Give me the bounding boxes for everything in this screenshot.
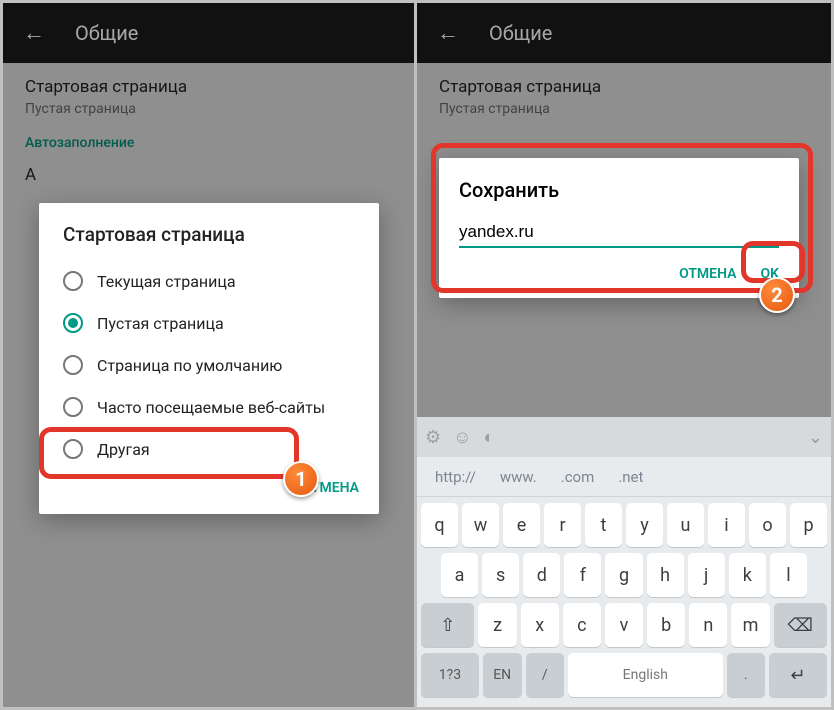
chevron-down-icon[interactable]: ⌄ bbox=[808, 427, 823, 448]
key-h[interactable]: h bbox=[647, 553, 684, 597]
dialog-title: Стартовая страница bbox=[39, 223, 379, 260]
key-w[interactable]: w bbox=[462, 503, 499, 547]
radio-icon bbox=[63, 355, 83, 375]
app-topbar: ← Общие bbox=[417, 3, 831, 63]
setting-start-page-label: Стартовая страница bbox=[25, 77, 392, 97]
radio-label: Текущая страница bbox=[97, 272, 236, 291]
key-o[interactable]: o bbox=[749, 503, 786, 547]
topbar-title: Общие bbox=[75, 21, 138, 45]
settings-body: Стартовая страница Пустая страница Автоз… bbox=[3, 63, 414, 203]
key-backspace[interactable]: ⌫ bbox=[774, 603, 827, 647]
dialog-actions: ОТМЕНА OK bbox=[459, 248, 779, 292]
key-b[interactable]: b bbox=[647, 603, 685, 647]
suggestion[interactable]: http:// bbox=[423, 468, 488, 486]
setting-row2: А bbox=[25, 165, 392, 185]
key-c[interactable]: c bbox=[563, 603, 601, 647]
setting-start-page-value: Пустая страница bbox=[439, 101, 809, 117]
dialog-title: Сохранить bbox=[459, 178, 779, 202]
back-icon[interactable]: ← bbox=[23, 20, 45, 46]
key-v[interactable]: v bbox=[605, 603, 643, 647]
key-u[interactable]: u bbox=[667, 503, 704, 547]
tutorial-frame: ← Общие Стартовая страница Пустая страни… bbox=[0, 0, 834, 710]
radio-option-other[interactable]: Другая bbox=[39, 428, 379, 470]
radio-option-current[interactable]: Текущая страница bbox=[39, 260, 379, 302]
back-icon[interactable]: ← bbox=[437, 20, 459, 46]
radio-label: Пустая страница bbox=[97, 314, 224, 333]
smile-icon[interactable]: ☺ bbox=[453, 427, 471, 448]
key-row-4: 1?3 EN / English . ↵ bbox=[421, 653, 827, 697]
setting-start-page-value: Пустая страница bbox=[25, 101, 392, 117]
key-z[interactable]: z bbox=[478, 603, 516, 647]
key-space[interactable]: English bbox=[568, 653, 722, 697]
key-f[interactable]: f bbox=[564, 553, 601, 597]
radio-label: Часто посещаемые веб-сайты bbox=[97, 398, 325, 417]
screenshot-right: ← Общие Стартовая страница Пустая страни… bbox=[417, 3, 831, 707]
key-p[interactable]: p bbox=[790, 503, 827, 547]
cancel-button[interactable]: ОТМЕНА bbox=[302, 480, 359, 496]
radio-icon bbox=[63, 397, 83, 417]
key-t[interactable]: t bbox=[585, 503, 622, 547]
cancel-button[interactable]: ОТМЕНА bbox=[679, 266, 736, 282]
key-n[interactable]: n bbox=[689, 603, 727, 647]
radio-label: Страница по умолчанию bbox=[97, 356, 282, 375]
key-a[interactable]: a bbox=[441, 553, 478, 597]
key-row-2: a s d f g h j k l bbox=[421, 553, 827, 597]
key-lang[interactable]: EN bbox=[483, 653, 522, 697]
ok-button[interactable]: OK bbox=[760, 266, 779, 282]
key-enter[interactable]: ↵ bbox=[769, 653, 827, 697]
key-g[interactable]: g bbox=[605, 553, 642, 597]
key-y[interactable]: y bbox=[626, 503, 663, 547]
keyboard-toolbar: ⚙ ☺ ◐ ⌄ bbox=[417, 417, 831, 457]
save-url-dialog: Сохранить ОТМЕНА OK bbox=[439, 158, 799, 298]
dialog-actions: ОТМЕНА bbox=[39, 470, 379, 510]
settings-body: Стартовая страница Пустая страница bbox=[417, 63, 831, 149]
setting-start-page-label: Стартовая страница bbox=[439, 77, 809, 97]
keyboard-toolbar-icons: ⚙ ☺ ◐ bbox=[425, 427, 494, 448]
radio-option-blank[interactable]: Пустая страница bbox=[39, 302, 379, 344]
key-q[interactable]: q bbox=[421, 503, 458, 547]
globe-icon[interactable]: ◐ bbox=[484, 427, 495, 448]
key-x[interactable]: x bbox=[521, 603, 559, 647]
key-row-3: ⇧ z x c v b n m ⌫ bbox=[421, 603, 827, 647]
key-e[interactable]: e bbox=[503, 503, 540, 547]
url-input[interactable] bbox=[459, 218, 779, 248]
radio-icon bbox=[63, 439, 83, 459]
radio-option-default[interactable]: Страница по умолчанию bbox=[39, 344, 379, 386]
key-r[interactable]: r bbox=[544, 503, 581, 547]
section-autofill: Автозаполнение bbox=[25, 135, 392, 151]
suggestion[interactable]: .com bbox=[549, 468, 607, 486]
key-s[interactable]: s bbox=[482, 553, 519, 597]
key-numsym[interactable]: 1?3 bbox=[421, 653, 479, 697]
radio-icon-checked bbox=[63, 313, 83, 333]
key-slash[interactable]: / bbox=[526, 653, 565, 697]
key-m[interactable]: m bbox=[731, 603, 769, 647]
on-screen-keyboard: ⚙ ☺ ◐ ⌄ http:// www. .com .net q w e r t bbox=[417, 417, 831, 707]
key-dot[interactable]: . bbox=[727, 653, 766, 697]
radio-icon bbox=[63, 271, 83, 291]
key-j[interactable]: j bbox=[688, 553, 725, 597]
suggestion[interactable]: www. bbox=[488, 468, 549, 486]
key-i[interactable]: i bbox=[708, 503, 745, 547]
keyboard-suggestions: http:// www. .com .net bbox=[417, 457, 831, 497]
radio-label: Другая bbox=[97, 440, 150, 459]
app-topbar: ← Общие bbox=[3, 3, 414, 63]
radio-option-frequent[interactable]: Часто посещаемые веб-сайты bbox=[39, 386, 379, 428]
key-l[interactable]: l bbox=[770, 553, 807, 597]
keyboard-keys: q w e r t y u i o p a s d f g h bbox=[417, 497, 831, 707]
key-shift[interactable]: ⇧ bbox=[421, 603, 474, 647]
key-k[interactable]: k bbox=[729, 553, 766, 597]
topbar-title: Общие bbox=[489, 21, 552, 45]
key-d[interactable]: d bbox=[523, 553, 560, 597]
start-page-dialog: Стартовая страница Текущая страница Пуст… bbox=[39, 203, 379, 514]
key-row-1: q w e r t y u i o p bbox=[421, 503, 827, 547]
suggestion[interactable]: .net bbox=[606, 468, 655, 486]
gear-icon[interactable]: ⚙ bbox=[425, 427, 441, 448]
screenshot-left: ← Общие Стартовая страница Пустая страни… bbox=[3, 3, 417, 707]
